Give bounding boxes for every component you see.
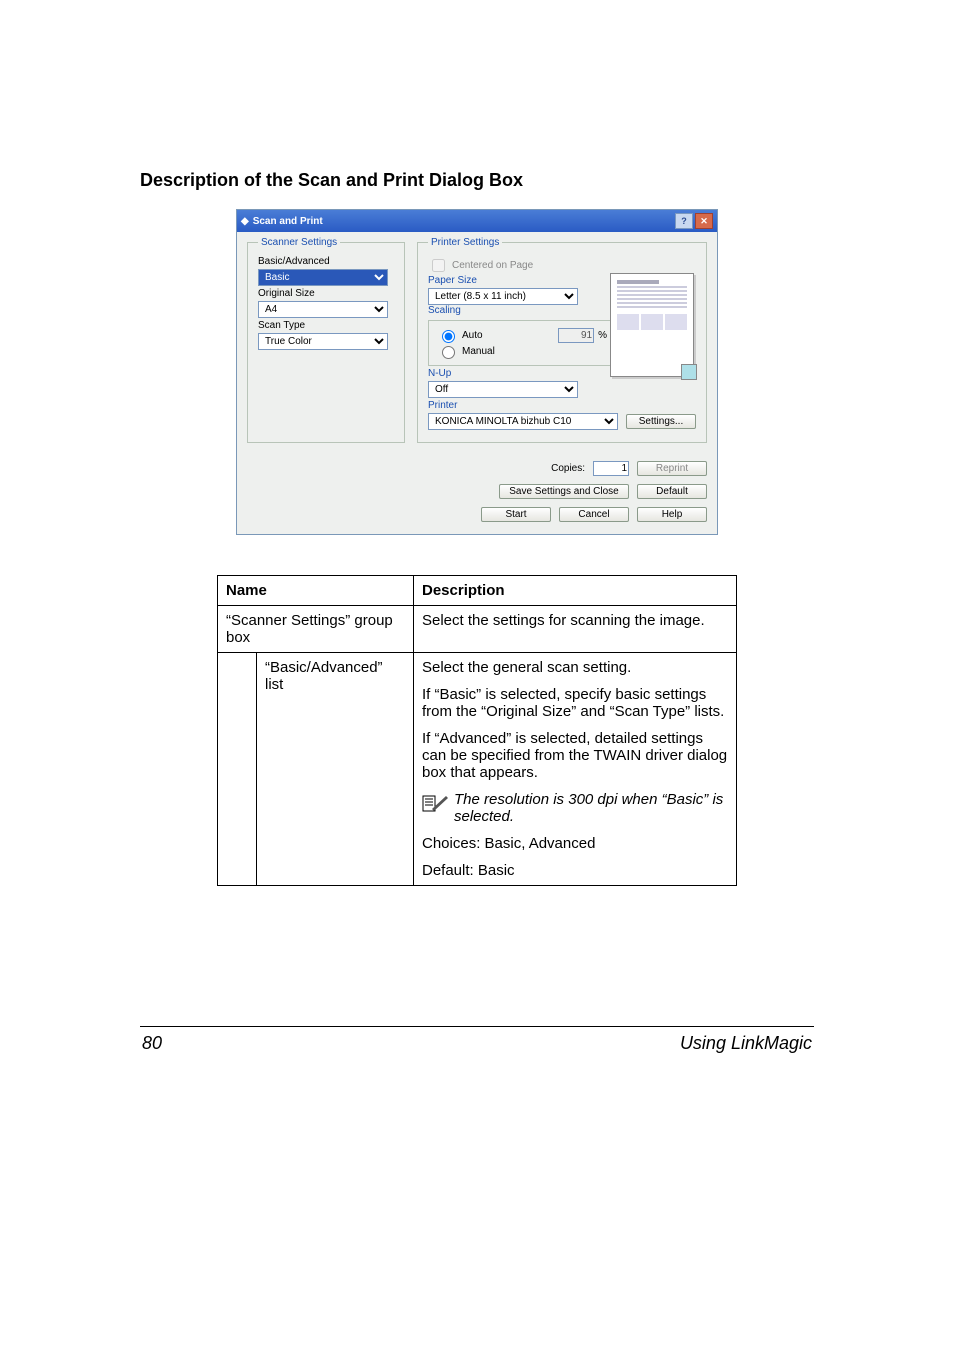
scaling-manual-label: Manual xyxy=(462,346,495,357)
section-heading: Description of the Scan and Print Dialog… xyxy=(140,170,814,191)
dialog-titlebar: ◆ Scan and Print ? ✕ xyxy=(237,210,717,232)
original-size-select[interactable]: A4 xyxy=(258,301,388,318)
nup-select[interactable]: Off xyxy=(428,381,578,398)
printer-label: Printer xyxy=(428,400,696,411)
printer-select[interactable]: KONICA MINOLTA bizhub C10 xyxy=(428,413,618,430)
help-icon[interactable]: ? xyxy=(675,213,693,229)
printer-settings-label: Printer Settings xyxy=(428,237,502,248)
row-basic-advanced-name: “Basic/Advanced” list xyxy=(257,653,414,886)
desc-p3: If “Advanced” is selected, detailed sett… xyxy=(422,730,728,781)
basic-advanced-label: Basic/Advanced xyxy=(258,256,394,267)
row-scanner-settings-name: “Scanner Settings” group box xyxy=(218,606,414,653)
original-size-label: Original Size xyxy=(258,288,394,299)
paper-size-select[interactable]: Letter (8.5 x 11 inch) xyxy=(428,288,578,305)
scan-type-label: Scan Type xyxy=(258,320,394,331)
app-icon: ◆ xyxy=(241,216,249,227)
cancel-button[interactable]: Cancel xyxy=(559,507,629,522)
scanner-settings-group: Scanner Settings Basic/Advanced Basic Or… xyxy=(247,242,405,443)
desc-p1: Select the general scan setting. xyxy=(422,659,728,676)
scaling-value-input xyxy=(558,328,594,343)
col-header-desc: Description xyxy=(414,576,737,606)
copies-input[interactable] xyxy=(593,461,629,476)
desc-p5: Default: Basic xyxy=(422,862,728,879)
preview-thumbnail xyxy=(610,273,694,377)
footer-rule xyxy=(140,1026,814,1027)
reprint-button[interactable]: Reprint xyxy=(637,461,707,476)
col-header-name: Name xyxy=(218,576,414,606)
copies-label: Copies: xyxy=(551,463,585,474)
printer-settings-button[interactable]: Settings... xyxy=(626,414,696,429)
default-button[interactable]: Default xyxy=(637,484,707,499)
row-scanner-settings-desc: Select the settings for scanning the ima… xyxy=(414,606,737,653)
start-button[interactable]: Start xyxy=(481,507,551,522)
scaling-percent-label: % xyxy=(598,330,607,341)
printer-settings-group: Printer Settings Centered on Page Paper … xyxy=(417,242,707,443)
scaling-auto-label: Auto xyxy=(462,330,483,341)
scaling-box: Auto % Manual xyxy=(428,320,616,366)
close-icon[interactable]: ✕ xyxy=(695,213,713,229)
desc-p2: If “Basic” is selected, specify basic se… xyxy=(422,686,728,720)
help-button[interactable]: Help xyxy=(637,507,707,522)
scaling-auto-radio[interactable] xyxy=(442,330,455,343)
centered-label: Centered on Page xyxy=(452,260,533,271)
note-icon xyxy=(422,793,448,813)
desc-note: The resolution is 300 dpi when “Basic” i… xyxy=(454,791,728,825)
basic-advanced-select[interactable]: Basic xyxy=(258,269,388,286)
scanner-settings-label: Scanner Settings xyxy=(258,237,340,248)
description-table: Name Description “Scanner Settings” grou… xyxy=(217,575,737,886)
dialog-title: Scan and Print xyxy=(253,216,673,227)
centered-checkbox-input[interactable] xyxy=(432,259,445,272)
page-footer: 80 Using LinkMagic xyxy=(140,1033,814,1054)
desc-p4: Choices: Basic, Advanced xyxy=(422,835,728,852)
save-settings-close-button[interactable]: Save Settings and Close xyxy=(499,484,629,499)
row-basic-advanced-desc: Select the general scan setting. If “Bas… xyxy=(414,653,737,886)
page-number: 80 xyxy=(142,1033,162,1054)
scan-and-print-dialog: ◆ Scan and Print ? ✕ Scanner Settings Ba… xyxy=(236,209,718,535)
row-indent-cell xyxy=(218,653,257,886)
scan-type-select[interactable]: True Color xyxy=(258,333,388,350)
preview-resize-icon xyxy=(681,364,697,380)
footer-section: Using LinkMagic xyxy=(680,1033,812,1054)
scaling-manual-radio[interactable] xyxy=(442,346,455,359)
